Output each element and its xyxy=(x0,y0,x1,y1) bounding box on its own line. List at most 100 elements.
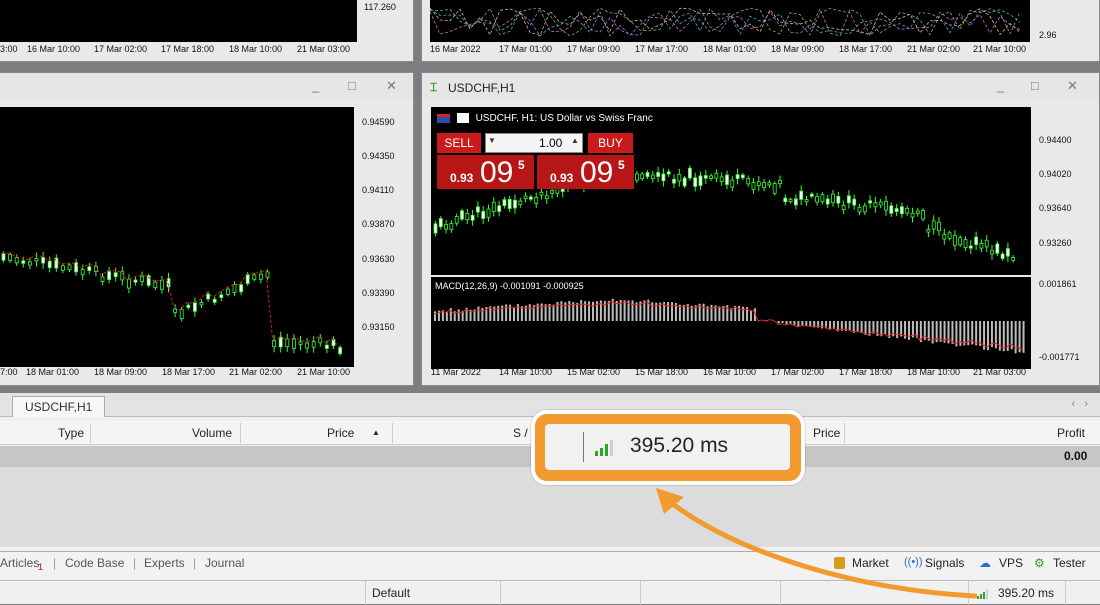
time-label: 18 Mar 10:00 xyxy=(229,44,282,54)
candle-body xyxy=(180,310,183,319)
tab-signals[interactable]: Signals xyxy=(925,556,964,570)
time-label: 16 Mar 10:00 xyxy=(703,367,756,377)
candle-body xyxy=(519,201,522,204)
column-type[interactable]: Type xyxy=(58,426,84,440)
window-title-bar[interactable]: _ □ ✕ xyxy=(0,73,413,101)
sell-price[interactable]: 0.93 09 5 xyxy=(437,155,534,189)
column-volume[interactable]: Volume xyxy=(192,426,232,440)
minimize-button[interactable]: _ xyxy=(312,78,319,93)
candle-body xyxy=(240,285,243,292)
tab-usdchf[interactable]: USDCHF,H1 xyxy=(12,396,105,417)
candle-body xyxy=(174,309,177,312)
price-axis: 0.94400 0.94020 0.93640 0.93260 0.001861… xyxy=(1033,107,1099,369)
macd-bar xyxy=(541,303,543,321)
minimize-button[interactable]: _ xyxy=(997,78,1004,93)
candle-body xyxy=(233,285,236,293)
close-button[interactable]: ✕ xyxy=(386,78,397,94)
maximize-button[interactable]: □ xyxy=(348,78,356,93)
candle-body xyxy=(471,215,474,220)
candle-body xyxy=(1006,249,1009,257)
candle-body xyxy=(246,274,249,283)
lot-size-input[interactable]: ▼ 1.00 ▲ xyxy=(485,133,583,153)
candle-body xyxy=(641,174,644,179)
candle-body xyxy=(985,240,988,247)
macd-bar xyxy=(1023,321,1025,353)
tab-market[interactable]: Market xyxy=(852,556,889,570)
candle-body xyxy=(779,180,782,183)
close-button[interactable]: ✕ xyxy=(1067,78,1078,94)
tab-tester[interactable]: Tester xyxy=(1053,556,1086,570)
candle-body xyxy=(667,172,670,174)
candle-body xyxy=(476,207,479,212)
candlestick-chart[interactable] xyxy=(0,107,354,367)
column-profit[interactable]: Profit xyxy=(1057,426,1085,440)
chart-type-icon xyxy=(457,113,469,123)
candle-body xyxy=(784,198,787,202)
macd-bar xyxy=(821,321,823,328)
macd-bar xyxy=(580,300,582,321)
tab-experts[interactable]: Experts xyxy=(144,556,185,570)
candle-body xyxy=(508,199,511,208)
window-title-bar[interactable]: ⌶ USDCHF,H1 _ □ ✕ xyxy=(422,73,1099,101)
column-price-current[interactable]: Price xyxy=(813,426,840,440)
candle-body xyxy=(1001,254,1004,259)
candle-body xyxy=(885,201,888,210)
chart-area[interactable] xyxy=(430,0,1030,42)
profit-value: 0.00 xyxy=(1064,449,1087,463)
candle-body xyxy=(466,213,469,219)
candle-body xyxy=(953,235,956,245)
time-label: 15 Mar 18:00 xyxy=(635,367,688,377)
macd-bar xyxy=(592,302,594,321)
chart-window-top-left[interactable]: 117.260 3:00 16 Mar 10:00 17 Mar 02:00 1… xyxy=(0,0,414,62)
tab-journal[interactable]: Journal xyxy=(205,556,244,570)
candle-body xyxy=(932,221,935,229)
column-sl[interactable]: S / xyxy=(513,426,528,440)
candle-body xyxy=(800,191,803,199)
macd-bar xyxy=(513,307,515,321)
candle-body xyxy=(524,196,527,199)
maximize-button[interactable]: □ xyxy=(1031,78,1039,93)
candle-body xyxy=(869,201,872,203)
macd-bar xyxy=(493,307,495,321)
time-label: 21 Mar 03:00 xyxy=(297,44,350,54)
price-label: 0.94350 xyxy=(362,151,395,161)
candle-body xyxy=(752,183,755,190)
sort-arrow-icon: ▲ xyxy=(372,428,380,437)
chart-area[interactable] xyxy=(0,0,357,42)
chart-window-left[interactable]: _ □ ✕ 0.94590 0.94350 0.94110 0.93870 0.… xyxy=(0,72,414,386)
macd-bar xyxy=(928,321,930,341)
price-label: 0.94020 xyxy=(1039,169,1072,179)
candle-body xyxy=(259,274,262,279)
profile-name[interactable]: Default xyxy=(372,586,410,600)
time-label: 21 Mar 10:00 xyxy=(297,367,350,377)
tab-articles[interactable]: Articles xyxy=(0,556,39,570)
symbol-description: USDCHF, H1: US Dollar vs Swiss Franc xyxy=(476,113,653,124)
buy-price[interactable]: 0.93 09 5 xyxy=(537,155,634,189)
candle-body xyxy=(141,276,144,281)
macd-bar xyxy=(545,304,547,321)
candle-body xyxy=(906,208,909,213)
ping-value[interactable]: 395.20 ms xyxy=(998,586,1054,600)
candle-body xyxy=(699,176,702,186)
tab-scroll-icon[interactable]: ‹ › xyxy=(1072,398,1089,410)
tab-vps[interactable]: VPS xyxy=(999,556,1023,570)
candle-body xyxy=(916,211,919,213)
buy-button[interactable]: BUY xyxy=(588,133,633,153)
candle-body xyxy=(731,180,734,187)
tab-code-base[interactable]: Code Base xyxy=(65,556,124,570)
candle-body xyxy=(832,194,835,203)
column-price[interactable]: Price xyxy=(327,426,354,440)
market-icon xyxy=(834,557,845,569)
lot-decrease-icon[interactable]: ▼ xyxy=(488,136,496,145)
candle-body xyxy=(720,177,723,181)
candle-body xyxy=(61,266,64,271)
macd-bar xyxy=(714,305,716,321)
chart-window-top-right[interactable]: 2.96 16 Mar 2022 17 Mar 01:00 17 Mar 09:… xyxy=(421,0,1100,62)
lot-value[interactable]: 1.00 xyxy=(539,136,562,150)
candle-body xyxy=(975,237,978,245)
lot-increase-icon[interactable]: ▲ xyxy=(571,136,579,145)
candle-body xyxy=(306,343,309,348)
time-label: 17 Mar 02:00 xyxy=(94,44,147,54)
chart-window-usdchf[interactable]: ⌶ USDCHF,H1 _ □ ✕ USDCHF, H1: US Dollar … xyxy=(421,72,1100,386)
sell-button[interactable]: SELL xyxy=(437,133,481,153)
